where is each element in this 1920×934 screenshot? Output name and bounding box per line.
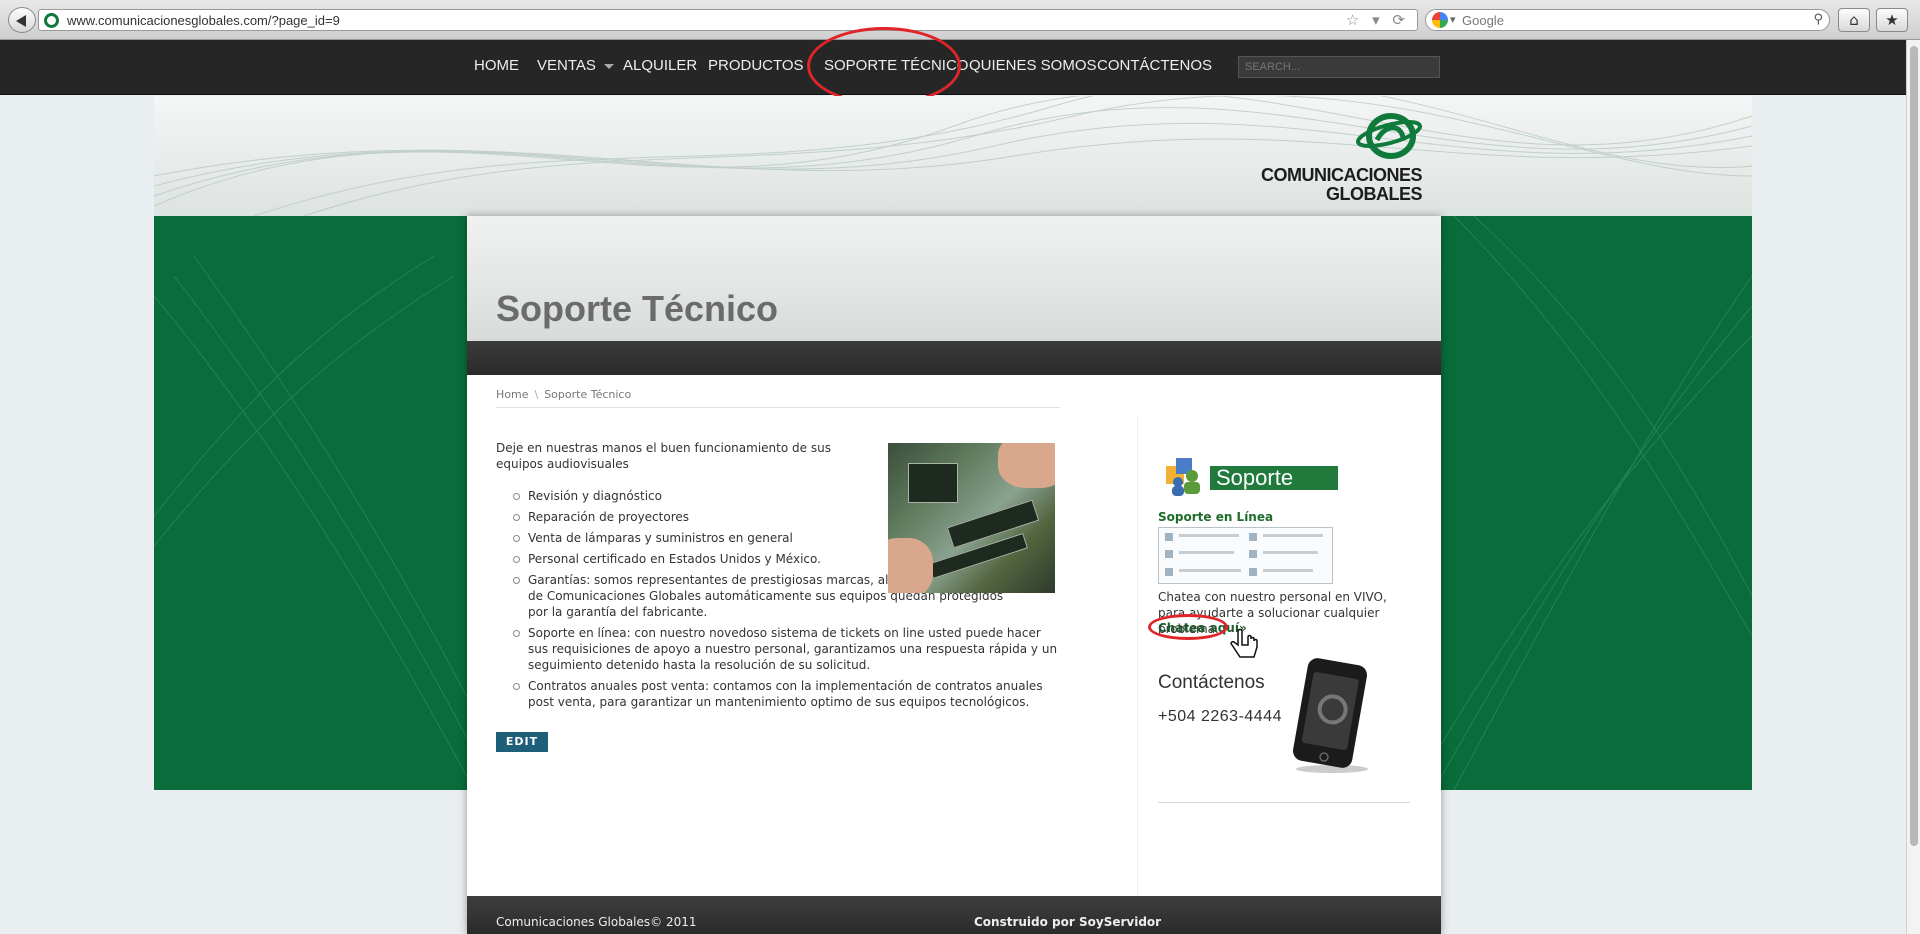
footer: Comunicaciones Globales© 2011 Construido… — [467, 896, 1441, 934]
sidebar: Soporte Soporte en Línea Chatea con nues… — [1137, 416, 1410, 916]
contact-title: Contáctenos — [1158, 672, 1265, 693]
chevron-down-icon[interactable]: ▾ — [1450, 13, 1456, 26]
globe-logo-icon — [1356, 113, 1422, 159]
bookmark-star-icon[interactable]: ☆ ▾ ⟳ — [1346, 11, 1409, 29]
thumb-line — [1179, 534, 1239, 537]
search-engine-box[interactable]: ▾ Google ⚲ — [1425, 9, 1830, 31]
hand-shape — [998, 443, 1055, 488]
breadcrumb-current: Soporte Técnico — [544, 388, 632, 401]
magnifier-icon[interactable]: ⚲ — [1813, 12, 1823, 27]
people-icon — [1166, 458, 1200, 496]
google-icon — [1432, 12, 1448, 28]
home-button[interactable]: ⌂ — [1838, 8, 1870, 32]
logo-line-1: COMUNICACIONES — [1260, 165, 1423, 185]
footer-built-by[interactable]: Construido por SoyServidor — [974, 915, 1161, 929]
thumb-line — [1263, 551, 1318, 554]
list-item: Soporte en línea: con nuestro novedoso s… — [496, 625, 1060, 673]
back-button[interactable] — [8, 7, 36, 33]
nav-item-productos[interactable]: PRODUCTOS — [708, 57, 804, 74]
thumb-icon — [1165, 568, 1173, 576]
soporte-banner-label: Soporte — [1210, 466, 1338, 490]
footer-copyright: Comunicaciones Globales© 2011 — [496, 915, 697, 929]
thumb-icon — [1249, 568, 1257, 576]
scrollbar-thumb[interactable] — [1910, 46, 1918, 846]
page-title: Soporte Técnico — [496, 288, 779, 329]
thumb-icon — [1165, 550, 1173, 558]
bookmarks-button[interactable]: ★ — [1876, 8, 1908, 32]
intro-text: Deje en nuestras manos el buen funcionam… — [496, 441, 831, 471]
breadcrumb-home-link[interactable]: Home — [496, 388, 528, 401]
edit-button[interactable]: EDIT — [496, 732, 548, 752]
title-divider-strip — [467, 341, 1441, 375]
hand-shape — [888, 538, 933, 593]
thumb-icon — [1249, 550, 1257, 558]
browser-toolbar: www.comunicacionesglobales.com/?page_id=… — [0, 0, 1920, 40]
logo-line-2: GLOBALES — [1325, 184, 1423, 204]
header-banner — [154, 96, 1752, 216]
thumb-icon — [1165, 533, 1173, 541]
company-logo[interactable]: COMUNICACIONES GLOBALES — [1255, 106, 1425, 206]
smartphone-icon — [1293, 658, 1368, 773]
highlight-annotation — [807, 27, 961, 105]
thumb-line — [1263, 569, 1313, 572]
address-bar[interactable]: www.comunicacionesglobales.com/?page_id=… — [38, 9, 1418, 31]
nav-item-contactenos[interactable]: CONTÁCTENOS — [1097, 57, 1212, 74]
breadcrumb-divider — [496, 407, 1060, 408]
thumb-line — [1179, 551, 1234, 554]
page-scrollbar[interactable] — [1906, 40, 1920, 934]
thumb-line — [1179, 569, 1241, 572]
wave-decoration — [154, 96, 1752, 216]
nav-item-alquiler[interactable]: ALQUILER — [623, 57, 697, 74]
breadcrumb: Home \ Soporte Técnico — [496, 388, 631, 401]
ticket-system-thumbnail[interactable] — [1158, 527, 1333, 584]
site-search-input[interactable] — [1238, 56, 1440, 78]
search-engine-placeholder: Google — [1462, 13, 1504, 28]
nav-item-ventas[interactable]: VENTAS — [537, 57, 614, 74]
nav-item-ventas-label: VENTAS — [537, 57, 596, 74]
highlight-annotation — [1148, 614, 1228, 640]
sidebar-divider — [1158, 802, 1410, 803]
list-item: Contratos anuales post venta: contamos c… — [496, 678, 1060, 710]
chip-shape — [908, 463, 958, 503]
hardware-photo — [888, 443, 1055, 593]
thumb-icon — [1249, 533, 1257, 541]
content-card: Soporte Técnico Home \ Soporte Técnico Dej… — [467, 216, 1441, 934]
title-area: Soporte Técnico — [467, 216, 1441, 341]
site-favicon-icon — [44, 13, 59, 28]
url-text: www.comunicacionesglobales.com/?page_id=… — [67, 13, 340, 28]
nav-item-quienes-somos[interactable]: QUIENES SOMOS — [969, 57, 1097, 74]
contact-phone: +504 2263-4444 — [1158, 708, 1282, 725]
online-support-title: Soporte en Línea — [1158, 510, 1274, 524]
chevron-down-icon — [603, 63, 614, 69]
breadcrumb-separator: \ — [534, 388, 539, 401]
thumb-line — [1263, 534, 1323, 537]
hand-cursor-icon — [1230, 628, 1258, 658]
nav-item-home[interactable]: HOME — [474, 57, 519, 74]
soporte-banner[interactable]: Soporte — [1162, 456, 1338, 496]
